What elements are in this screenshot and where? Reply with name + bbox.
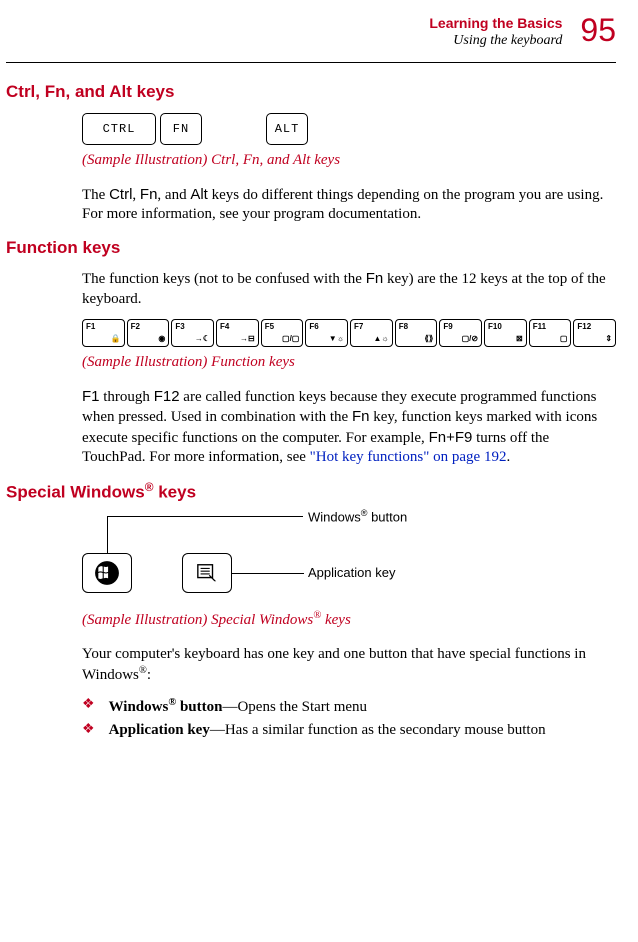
header-divider	[6, 62, 616, 63]
callout-line	[232, 573, 304, 574]
touchpad-icon: ▢/⊘	[462, 334, 478, 344]
key-f11: F11▢	[529, 319, 572, 347]
windows-keys-illustration: Windows® button Application key	[82, 513, 616, 603]
para-ctrl-fn-alt: The Ctrl, Fn, and Alt keys do different …	[82, 185, 616, 225]
para-windows-intro: Your computer's keyboard has one key and…	[82, 645, 616, 686]
cursor-icon: ⊠	[516, 334, 523, 344]
heading-ctrl-fn-alt: Ctrl, Fn, and Alt keys	[6, 81, 616, 103]
heading-function-keys: Function keys	[6, 237, 616, 259]
bullet-icon: ❖	[82, 696, 95, 718]
section-subtitle: Using the keyboard	[429, 32, 562, 50]
scroll-icon: ⇕	[605, 334, 612, 344]
power-icon: ◉	[158, 334, 165, 344]
key-f9: F9▢/⊘	[439, 319, 482, 347]
para-function-intro: The function keys (not to be confused wi…	[82, 269, 616, 309]
caption-function-keys: (Sample Illustration) Function keys	[82, 353, 616, 373]
key-f5: F5▢/▢	[261, 319, 304, 347]
bullet-icon: ❖	[82, 721, 95, 741]
heading-special-windows: Special Windows® keys	[6, 480, 616, 504]
key-f6: F6▼☼	[305, 319, 348, 347]
windows-keys-list: ❖ Windows® button—Opens the Start menu ❖…	[82, 696, 616, 741]
caption-windows-keys: (Sample Illustration) Special Windows® k…	[82, 609, 616, 631]
hotkey-link[interactable]: "Hot key functions" on page 192	[310, 449, 507, 465]
callout-windows-button: Windows® button	[308, 508, 407, 526]
function-keys-illustration: F1🔒 F2◉ F3→☾ F4→⊟ F5▢/▢ F6▼☼ F7▲☼ F8⟪⟫ F…	[82, 319, 616, 347]
sleep-icon: →☾	[195, 334, 210, 344]
numlock-icon: ▢	[560, 334, 568, 344]
para-function-desc: F1 through F12 are called function keys …	[82, 387, 616, 468]
list-item: ❖ Windows® button—Opens the Start menu	[82, 696, 616, 718]
application-menu-icon	[196, 562, 218, 584]
chapter-title: Learning the Basics	[429, 14, 562, 32]
lock-icon: 🔒	[111, 334, 121, 344]
key-f4: F4→⊟	[216, 319, 259, 347]
key-f7: F7▲☼	[350, 319, 393, 347]
key-f12: F12⇕	[573, 319, 616, 347]
callout-application-key: Application key	[308, 565, 395, 582]
list-item: ❖ Application key—Has a similar function…	[82, 721, 616, 741]
wireless-icon: ⟪⟫	[424, 334, 433, 344]
key-ctrl: CTRL	[82, 113, 156, 145]
hibernate-icon: →⊟	[240, 334, 255, 344]
windows-logo-icon	[94, 560, 120, 586]
key-f1: F1🔒	[82, 319, 125, 347]
brightness-up-icon: ▲☼	[373, 334, 388, 344]
ctrl-fn-alt-illustration: CTRL FN ALT	[82, 113, 616, 145]
key-application	[182, 553, 232, 593]
key-f3: F3→☾	[171, 319, 214, 347]
header-text: Learning the Basics Using the keyboard	[429, 14, 562, 50]
page-number: 95	[580, 14, 616, 46]
key-f2: F2◉	[127, 319, 170, 347]
brightness-down-icon: ▼☼	[329, 334, 344, 344]
callout-line	[107, 516, 108, 553]
key-windows	[82, 553, 132, 593]
key-f8: F8⟪⟫	[395, 319, 438, 347]
key-fn: FN	[160, 113, 202, 145]
callout-line	[107, 516, 303, 517]
display-icon: ▢/▢	[282, 334, 299, 344]
page-header: Learning the Basics Using the keyboard 9…	[6, 14, 616, 50]
caption-ctrl-fn-alt: (Sample Illustration) Ctrl, Fn, and Alt …	[82, 151, 616, 171]
key-alt: ALT	[266, 113, 308, 145]
key-f10: F10⊠	[484, 319, 527, 347]
